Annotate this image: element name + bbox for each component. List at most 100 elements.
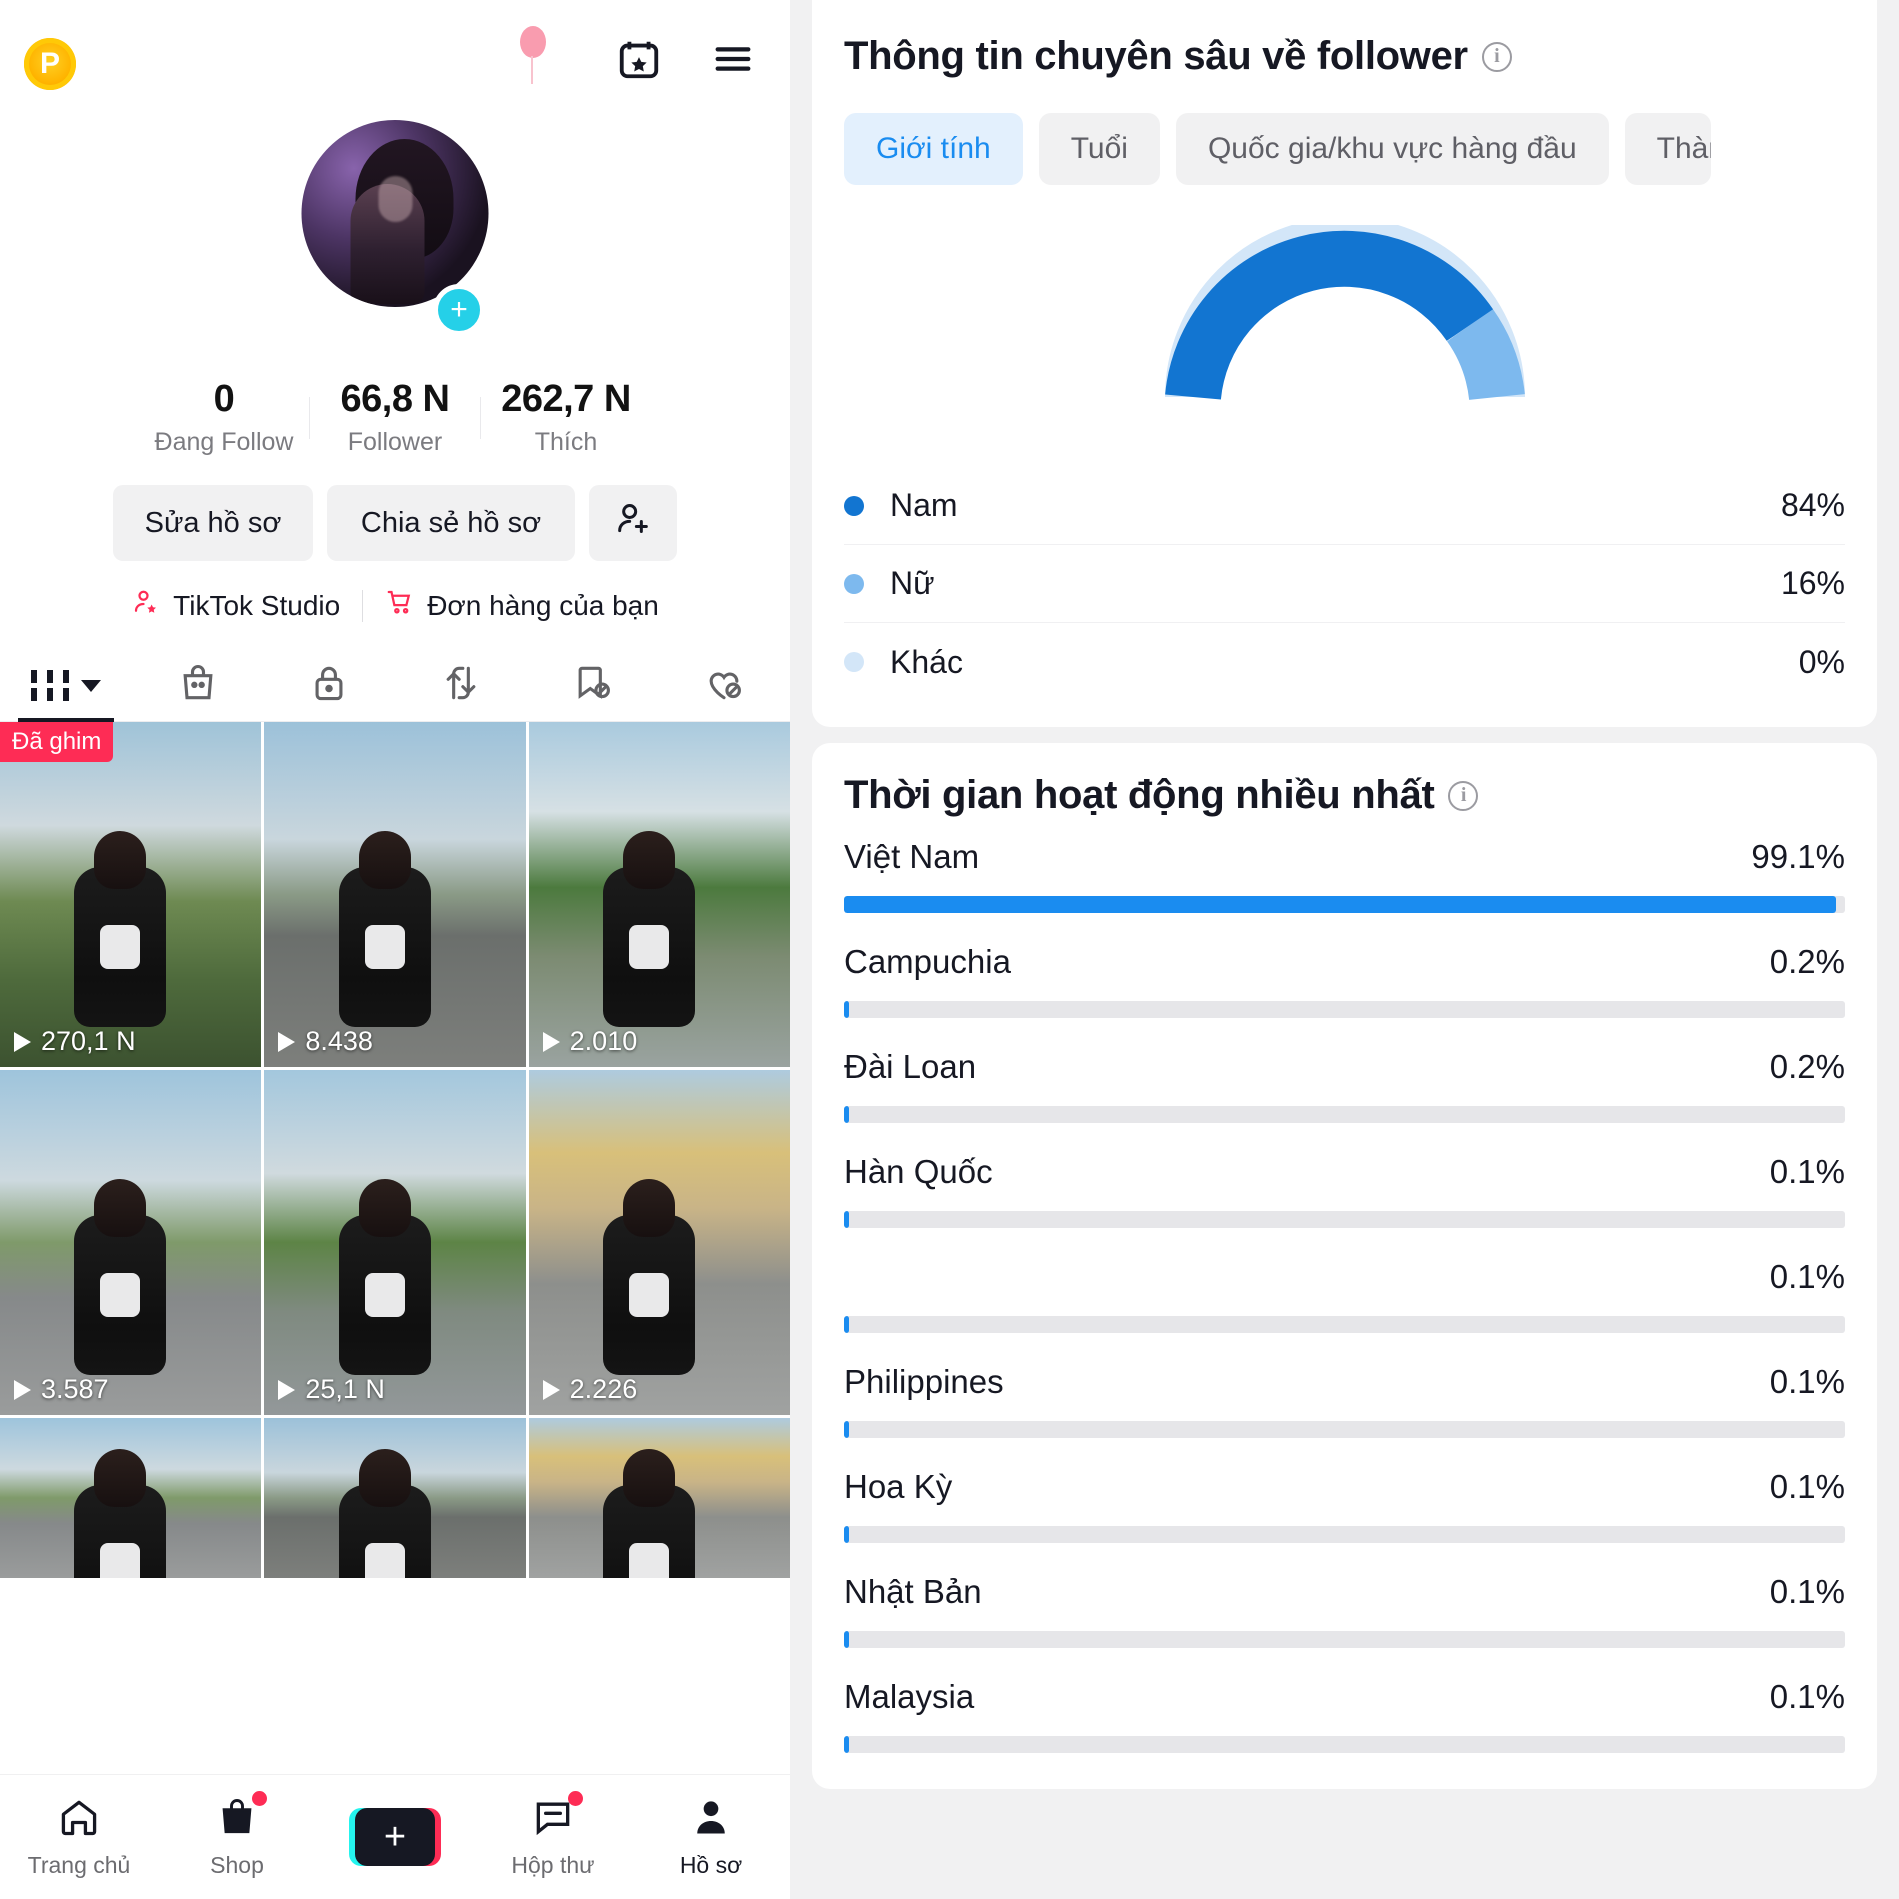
video-cell[interactable]: 2.010 [528,722,790,1067]
stat-likes-value: 262,7 N [501,378,631,420]
gender-legend: Nam 84% Nữ 16% Khác 0% [844,467,1845,701]
video-cell[interactable]: 2.226 [528,1070,790,1415]
hamburger-menu-icon[interactable] [710,36,756,82]
chip-top-countries[interactable]: Quốc gia/khu vực hàng đầu [1175,113,1609,185]
profile-actions: Sửa hồ sơ Chia sẻ hồ sơ [0,485,790,561]
video-cell[interactable] [528,1418,790,1578]
tab-shop[interactable] [132,650,264,721]
nav-shop[interactable]: Shop [173,1791,301,1879]
nav-shop-label: Shop [210,1852,264,1878]
legend-value-nu: 16% [1780,565,1845,601]
play-icon [542,1379,560,1400]
chip-cities[interactable]: Thàn [1624,113,1711,185]
country-bar-track [844,896,1845,913]
avatar[interactable] [301,120,489,307]
video-views-value: 2.010 [569,1026,638,1056]
legend-row: Nam 84% [844,467,1845,545]
country-name: Hàn Quốc [844,1153,993,1190]
edit-profile-button[interactable]: Sửa hồ sơ [113,485,313,561]
add-profile-photo-button[interactable]: + [433,284,485,336]
create-plus-icon[interactable]: + [349,1808,441,1866]
half-donut [1159,225,1531,411]
info-icon[interactable]: i [1448,780,1479,811]
stat-likes[interactable]: 262,7 N Thích [481,378,651,457]
country-percent: 0.1% [1769,1363,1845,1400]
lock-icon [307,661,351,710]
video-thumbnail [338,1485,431,1578]
video-thumbnail [74,1485,167,1578]
home-icon [57,1795,101,1844]
nav-profile[interactable]: Hồ sơ [647,1795,775,1879]
legend-label-nu: Nữ [890,565,935,601]
nav-inbox[interactable]: Hộp thư [489,1791,617,1879]
video-cell[interactable]: Đã ghim 270,1 N [0,722,262,1067]
country-percent: 0.1% [1769,1153,1845,1190]
notification-dot [252,1791,267,1806]
legend-value-nam: 84% [1780,487,1845,523]
follower-insights-title-row: Thông tin chuyên sâu về follower i [844,34,1845,79]
nav-create[interactable]: + [331,1808,459,1866]
video-cell[interactable]: 25,1 N [264,1070,526,1415]
tab-hidden-liked[interactable] [658,650,790,721]
chip-gender[interactable]: Giới tính [844,113,1023,185]
country-percent: 0.2% [1769,1048,1845,1085]
tab-grid[interactable] [0,650,132,721]
share-profile-button[interactable]: Chia sẻ hồ sơ [327,485,575,561]
chip-age[interactable]: Tuổi [1038,113,1160,185]
bookmark-slash-icon [571,661,615,710]
heart-slash-icon [702,661,746,710]
tab-hidden-saved[interactable] [527,650,659,721]
analytics-pane: Thông tin chuyên sâu về follower i Giới … [790,0,1899,1899]
video-views: 2.010 [542,1026,638,1057]
country-bar-track [844,1631,1845,1648]
video-views: 25,1 N [278,1374,385,1405]
country-name: Việt Nam [844,838,980,875]
video-views-value: 8.438 [305,1026,373,1056]
video-cell[interactable]: 3.587 [0,1070,262,1415]
country-bar-track [844,1421,1845,1438]
info-icon[interactable]: i [1481,41,1512,72]
country-bar-fill [844,1106,849,1123]
video-thumbnail [602,866,695,1027]
video-cell[interactable]: 8.438 [264,722,526,1067]
activity-title-row: Thời gian hoạt động nhiều nhất i [844,773,1845,818]
nav-home-label: Trang chủ [27,1852,131,1878]
video-views: 3.587 [14,1374,109,1405]
app-screen: P + 0 Đang Follow 66,8 N Follower 262,7 … [0,0,1899,1899]
video-thumbnail [602,1214,695,1375]
country-row: Hàn Quốc 0.1% [844,1133,1845,1228]
legend-row: Khác 0% [844,623,1845,701]
calendar-star-icon[interactable] [616,36,662,82]
your-orders-link[interactable]: Đơn hàng của bạn [385,587,659,624]
video-cell[interactable] [264,1418,526,1578]
add-person-icon [613,499,653,547]
country-percent: 0.1% [1769,1258,1845,1295]
video-thumbnail [338,1214,431,1375]
video-thumbnail [74,1214,167,1375]
stat-followers[interactable]: 66,8 N Follower [310,378,480,457]
country-bar-track [844,1316,1845,1333]
country-bar-fill [844,896,1836,913]
country-bar-fill [844,1316,849,1333]
tiktok-studio-link[interactable]: TikTok Studio [131,587,340,624]
country-percent: 0.1% [1769,1573,1845,1610]
country-row: Campuchia 0.2% [844,923,1845,1018]
stat-following-label: Đang Follow [154,428,294,456]
country-row: Đài Loan 0.2% [844,1028,1845,1123]
country-row-header: Malaysia 0.1% [844,1658,1845,1736]
add-friend-button[interactable] [589,485,677,561]
tab-repost[interactable] [395,650,527,721]
video-cell[interactable] [0,1418,262,1578]
country-row-header: Đài Loan 0.2% [844,1028,1845,1106]
nav-home[interactable]: Trang chủ [15,1795,143,1879]
country-percent: 0.1% [1769,1678,1845,1715]
legend-dot-nu [844,573,864,594]
country-bar-fill [844,1736,849,1753]
legend-dot-khac [844,652,864,672]
repost-arrows-icon [439,661,483,710]
stat-following[interactable]: 0 Đang Follow [139,378,309,457]
country-name: Hoa Kỳ [844,1468,953,1505]
coin-points-icon[interactable]: P [24,38,76,90]
tab-private[interactable] [263,650,395,721]
topbar-icon-group [616,36,756,82]
